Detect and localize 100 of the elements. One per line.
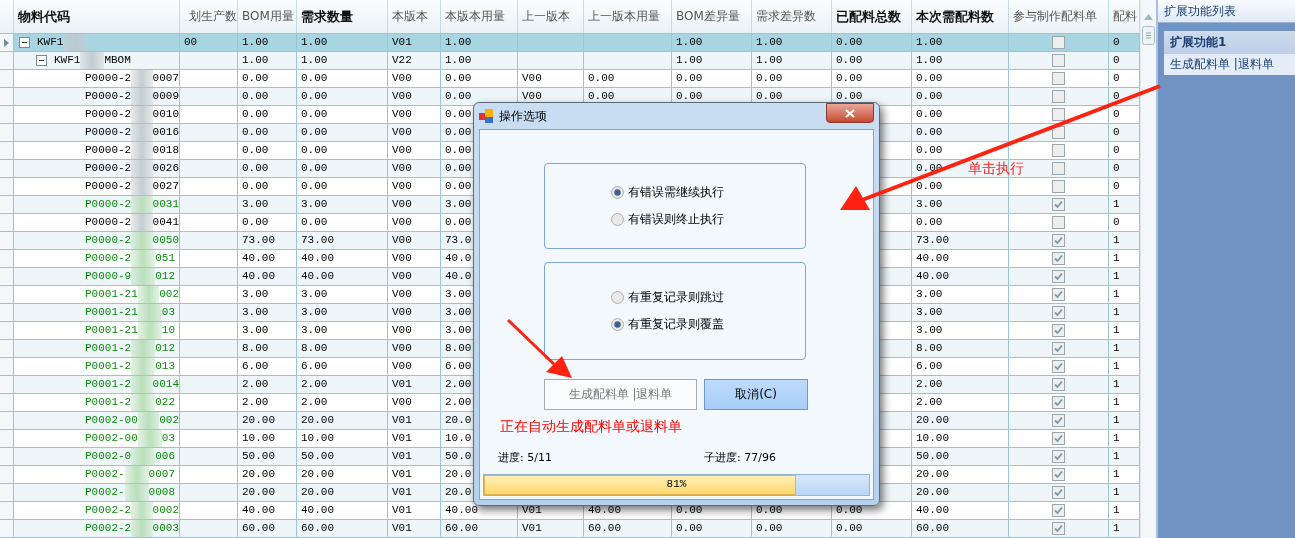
checkbox[interactable] <box>1052 54 1065 67</box>
row-header[interactable] <box>0 250 14 268</box>
checkbox[interactable] <box>1052 450 1065 463</box>
row-header[interactable] <box>0 376 14 394</box>
item-code: KWF1 <box>37 35 64 50</box>
table-cell: 0.00 <box>832 520 912 538</box>
row-header[interactable] <box>0 484 14 502</box>
table-cell: 3.00 <box>238 304 297 322</box>
row-header[interactable] <box>0 430 14 448</box>
table-cell: V01 <box>388 520 441 538</box>
row-header[interactable] <box>0 34 14 52</box>
checkbox[interactable] <box>1052 216 1065 229</box>
column-header[interactable]: 需求差异数 <box>752 0 832 33</box>
row-header[interactable] <box>0 178 14 196</box>
checkbox[interactable] <box>1052 504 1065 517</box>
row-header[interactable] <box>0 88 14 106</box>
column-header[interactable]: 物料代码 <box>14 0 180 33</box>
row-header[interactable] <box>0 358 14 376</box>
row-header[interactable] <box>0 52 14 70</box>
checkbox[interactable] <box>1052 360 1065 373</box>
row-header[interactable] <box>0 196 14 214</box>
checkbox[interactable] <box>1052 198 1065 211</box>
column-header[interactable]: 已配料总数 <box>832 0 912 33</box>
item-code: P0001-21 <box>85 323 138 338</box>
radio-button[interactable] <box>611 318 624 331</box>
table-cell: V01 <box>388 448 441 466</box>
item-code: P0000-2 <box>85 215 132 230</box>
checkbox[interactable] <box>1052 288 1065 301</box>
checkbox[interactable] <box>1052 252 1065 265</box>
row-header[interactable] <box>0 286 14 304</box>
group-header[interactable]: 扩展功能1 <box>1164 31 1295 54</box>
column-header[interactable]: 本次需配料数 <box>912 0 1009 33</box>
row-header[interactable] <box>0 520 14 538</box>
checkbox[interactable] <box>1052 234 1065 247</box>
checkbox[interactable] <box>1052 396 1065 409</box>
column-header[interactable]: 本版本用量 <box>441 0 518 33</box>
item-code: P0000-2 <box>85 71 132 86</box>
collapse-icon[interactable] <box>36 55 47 66</box>
checkbox[interactable] <box>1052 144 1065 157</box>
row-header[interactable] <box>0 502 14 520</box>
checkbox[interactable] <box>1052 90 1065 103</box>
column-header[interactable]: BOM差异量 <box>672 0 752 33</box>
table-cell: 0 <box>1109 52 1140 70</box>
table-cell: 20.00 <box>238 412 297 430</box>
row-header[interactable] <box>0 142 14 160</box>
row-header[interactable] <box>0 394 14 412</box>
checkbox[interactable] <box>1052 72 1065 85</box>
row-header[interactable] <box>0 448 14 466</box>
checkbox[interactable] <box>1052 324 1065 337</box>
row-header[interactable] <box>0 124 14 142</box>
checkbox[interactable] <box>1052 342 1065 355</box>
checkbox[interactable] <box>1052 36 1065 49</box>
checkbox[interactable] <box>1052 522 1065 535</box>
row-header[interactable] <box>0 232 14 250</box>
table-cell: 40.00 <box>297 268 388 286</box>
item-code: 0010 <box>152 107 179 122</box>
table-cell: 1 <box>1109 232 1140 250</box>
checkbox[interactable] <box>1052 486 1065 499</box>
radio-button[interactable] <box>611 213 624 226</box>
collapse-icon[interactable] <box>19 37 30 48</box>
column-header[interactable]: 上一版本 <box>518 0 584 33</box>
item-code: 051 <box>155 251 176 266</box>
column-header[interactable]: BOM用量 <box>238 0 297 33</box>
radio-button[interactable] <box>611 186 624 199</box>
close-button[interactable] <box>826 103 874 123</box>
radio-button[interactable] <box>611 291 624 304</box>
table-cell: 0.00 <box>238 124 297 142</box>
table-cell: 1.00 <box>297 52 388 70</box>
row-header[interactable] <box>0 214 14 232</box>
row-header[interactable] <box>0 466 14 484</box>
column-header[interactable]: 需求数量 <box>297 0 388 33</box>
column-header[interactable]: 划生产数 <box>180 0 238 33</box>
checkbox[interactable] <box>1052 378 1065 391</box>
scroll-up-icon[interactable] <box>1144 14 1153 20</box>
table-cell: 1.00 <box>441 34 518 52</box>
panel-item[interactable]: 生成配料单 |退料单 <box>1164 54 1295 75</box>
checkbox[interactable] <box>1052 180 1065 193</box>
row-header[interactable] <box>0 160 14 178</box>
row-header[interactable] <box>0 268 14 286</box>
checkbox[interactable] <box>1052 108 1065 121</box>
item-code: 002 <box>159 413 179 428</box>
table-cell: 3.00 <box>297 196 388 214</box>
checkbox[interactable] <box>1052 468 1065 481</box>
row-header[interactable] <box>0 412 14 430</box>
checkbox[interactable] <box>1052 432 1065 445</box>
column-header[interactable]: 本版本 <box>388 0 441 33</box>
cancel-button[interactable]: 取消(C) <box>704 379 808 410</box>
row-header[interactable] <box>0 304 14 322</box>
checkbox[interactable] <box>1052 162 1065 175</box>
checkbox[interactable] <box>1052 414 1065 427</box>
checkbox[interactable] <box>1052 270 1065 283</box>
row-header[interactable] <box>0 106 14 124</box>
column-header[interactable]: 上一版本用量 <box>584 0 672 33</box>
row-header[interactable] <box>0 70 14 88</box>
checkbox[interactable] <box>1052 306 1065 319</box>
app-icon <box>479 109 493 123</box>
scrollbar-thumb[interactable] <box>1142 26 1155 45</box>
row-header[interactable] <box>0 322 14 340</box>
column-header[interactable]: 参与制作配料单 <box>1009 0 1109 33</box>
row-header[interactable] <box>0 340 14 358</box>
